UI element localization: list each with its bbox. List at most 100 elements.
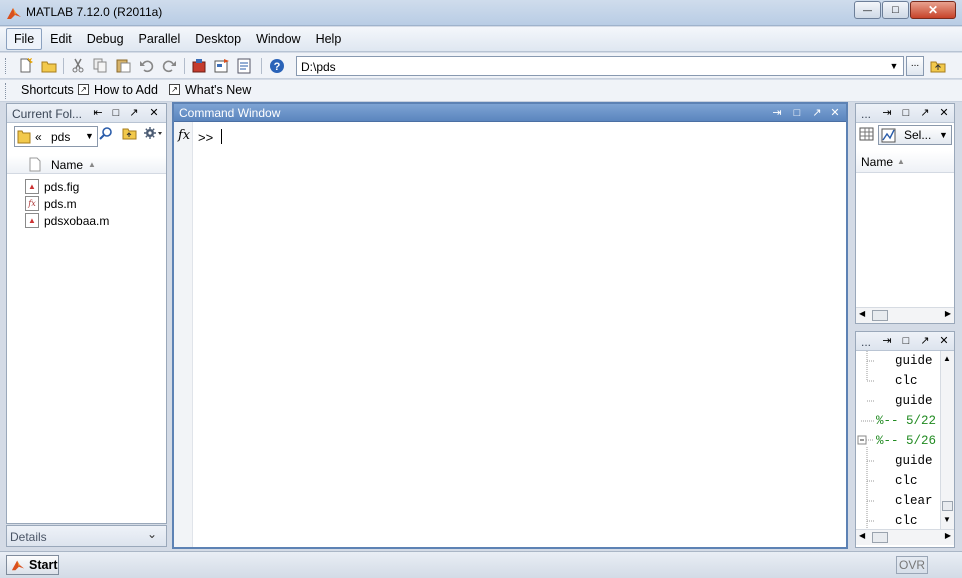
history-entry[interactable]: guide bbox=[895, 394, 933, 408]
workspace-title: ... bbox=[861, 107, 872, 121]
overwrite-mode-indicator: OVR bbox=[896, 556, 928, 574]
menu-parallel[interactable]: Parallel bbox=[132, 29, 188, 49]
browse-label: ... bbox=[910, 58, 920, 69]
scroll-down-icon[interactable]: ▼ bbox=[943, 515, 951, 524]
scroll-thumb[interactable] bbox=[872, 310, 888, 321]
horizontal-scrollbar[interactable]: ◀ ▶ bbox=[856, 307, 954, 323]
close-button[interactable]: ✕ bbox=[910, 1, 956, 19]
history-entry[interactable]: guide bbox=[895, 354, 933, 368]
toolbar-separator bbox=[261, 58, 262, 74]
dock-arrow-icon[interactable]: ↗ bbox=[918, 334, 932, 348]
current-folder-title: Current Fol... bbox=[12, 107, 83, 121]
go-up-folder-icon[interactable] bbox=[929, 57, 946, 74]
maximize-panel-icon[interactable]: □ bbox=[899, 106, 913, 120]
maximize-panel-icon[interactable]: □ bbox=[790, 106, 804, 120]
close-panel-icon[interactable]: ✕ bbox=[147, 106, 161, 120]
shortcut-how-to-add[interactable]: How to Add bbox=[94, 83, 158, 97]
undock-icon[interactable]: ⇤ bbox=[91, 106, 105, 120]
start-button[interactable]: Start bbox=[6, 555, 59, 575]
scroll-right-icon[interactable]: ▶ bbox=[945, 309, 951, 318]
help-icon[interactable]: ? bbox=[268, 57, 285, 74]
chevron-down-icon[interactable]: ⌄ bbox=[147, 527, 157, 541]
new-variable-icon[interactable] bbox=[859, 126, 875, 144]
menu-bar: File Edit Debug Parallel Desktop Window … bbox=[0, 27, 962, 52]
command-window-titlebar: Command Window ⇥ □ ↗ ✕ bbox=[174, 104, 846, 122]
folder-path-value: pds bbox=[51, 130, 71, 144]
shortcuts-label[interactable]: Shortcuts bbox=[21, 83, 74, 97]
scroll-left-icon[interactable]: ◀ bbox=[859, 309, 865, 318]
matlab-logo-icon bbox=[7, 8, 21, 19]
menu-edit[interactable]: Edit bbox=[43, 29, 79, 49]
undo-icon[interactable] bbox=[138, 57, 155, 74]
gear-icon[interactable] bbox=[141, 126, 165, 147]
dock-arrow-icon[interactable]: ↗ bbox=[127, 106, 141, 120]
browse-button[interactable]: ... bbox=[906, 56, 924, 76]
file-row[interactable]: fx pds.m bbox=[25, 195, 77, 212]
scroll-up-icon[interactable]: ▲ bbox=[943, 354, 951, 363]
history-entry[interactable]: clear bbox=[895, 494, 933, 508]
paste-icon[interactable] bbox=[115, 57, 132, 74]
select-plot-dropdown[interactable]: Sel... ▼ bbox=[878, 125, 952, 145]
menu-help[interactable]: Help bbox=[309, 29, 349, 49]
chevron-down-icon[interactable]: ▼ bbox=[887, 59, 901, 73]
history-entry[interactable]: clc bbox=[895, 474, 918, 488]
text-cursor[interactable] bbox=[221, 129, 222, 144]
file-name: pds.m bbox=[44, 196, 77, 211]
up-folder-icon[interactable] bbox=[119, 126, 139, 147]
menu-desktop[interactable]: Desktop bbox=[188, 29, 248, 49]
scroll-left-icon[interactable]: ◀ bbox=[859, 531, 865, 540]
menu-debug[interactable]: Debug bbox=[80, 29, 131, 49]
horizontal-scrollbar[interactable]: ◀ ▶ bbox=[856, 529, 954, 545]
scroll-thumb[interactable] bbox=[942, 501, 953, 511]
open-folder-icon[interactable] bbox=[40, 57, 57, 74]
name-column-header[interactable]: Name bbox=[51, 158, 83, 172]
copy-icon[interactable] bbox=[92, 57, 109, 74]
close-panel-icon[interactable]: ✕ bbox=[937, 334, 951, 348]
undock-icon[interactable]: ⇥ bbox=[880, 334, 894, 348]
simulink-icon[interactable] bbox=[190, 57, 207, 74]
close-panel-icon[interactable]: ✕ bbox=[937, 106, 951, 120]
function-browser-icon[interactable]: fx bbox=[178, 128, 190, 143]
guide-icon[interactable] bbox=[213, 57, 230, 74]
maximize-panel-icon[interactable]: □ bbox=[899, 334, 913, 348]
history-entry[interactable]: guide bbox=[895, 454, 933, 468]
cut-icon[interactable] bbox=[69, 57, 86, 74]
history-session-header[interactable]: %-- 5/26 bbox=[876, 434, 936, 448]
profiler-icon[interactable] bbox=[236, 57, 253, 74]
vertical-scrollbar[interactable]: ▲ ▼ bbox=[940, 351, 954, 529]
undock-icon[interactable]: ⇥ bbox=[880, 106, 894, 120]
minimize-button[interactable]: — bbox=[854, 1, 881, 19]
scroll-thumb[interactable] bbox=[872, 532, 888, 543]
redo-icon[interactable] bbox=[161, 57, 178, 74]
close-panel-icon[interactable]: ✕ bbox=[828, 106, 842, 120]
file-row[interactable]: ▲ pds.fig bbox=[25, 178, 79, 195]
matlab-logo-icon bbox=[11, 560, 25, 571]
scroll-right-icon[interactable]: ▶ bbox=[945, 531, 951, 540]
file-type-column-icon bbox=[29, 157, 41, 172]
workspace-column-header: Name ▲ bbox=[856, 151, 954, 173]
plot-icon bbox=[881, 128, 896, 143]
new-file-icon[interactable] bbox=[17, 57, 34, 74]
details-panel[interactable]: Details ⌄ bbox=[6, 525, 167, 547]
command-window-panel: Command Window ⇥ □ ↗ ✕ fx >> bbox=[172, 102, 848, 549]
menu-file[interactable]: File bbox=[6, 28, 43, 50]
maximize-panel-icon[interactable]: □ bbox=[109, 106, 123, 120]
file-row[interactable]: ▲ pdsxobaa.m bbox=[25, 212, 109, 229]
shortcut-whats-new[interactable]: What's New bbox=[185, 83, 251, 97]
history-session-header[interactable]: %-- 5/22 bbox=[876, 414, 936, 428]
chevron-down-icon[interactable]: ▼ bbox=[85, 131, 94, 141]
command-gutter bbox=[174, 122, 193, 547]
history-entry[interactable]: clc bbox=[895, 374, 918, 388]
maximize-button[interactable]: □ bbox=[882, 1, 909, 19]
undock-icon[interactable]: ⇥ bbox=[770, 106, 784, 120]
dock-arrow-icon[interactable]: ↗ bbox=[918, 106, 932, 120]
close-icon: ✕ bbox=[927, 3, 939, 17]
dock-arrow-icon[interactable]: ↗ bbox=[810, 106, 824, 120]
folder-path-combobox[interactable]: « pds ▼ bbox=[14, 126, 98, 147]
name-column-header[interactable]: Name bbox=[861, 155, 893, 169]
current-path-combobox[interactable]: D:\pds ▼ bbox=[296, 56, 904, 76]
search-icon[interactable] bbox=[96, 126, 116, 147]
menu-window[interactable]: Window bbox=[249, 29, 307, 49]
m-file-icon: ▲ bbox=[25, 213, 39, 228]
history-entry[interactable]: clc bbox=[895, 514, 918, 528]
